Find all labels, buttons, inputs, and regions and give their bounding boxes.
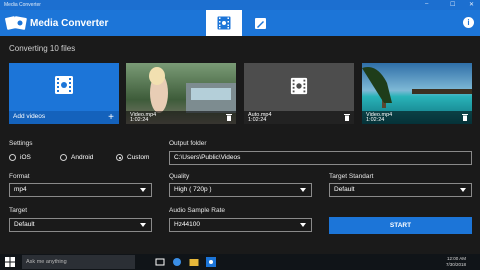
close-button[interactable]: ✕ xyxy=(469,1,474,8)
output-folder-field[interactable]: C:\Users\Public\Videos xyxy=(169,151,472,165)
app-header: Media Converter i xyxy=(0,10,480,36)
target-value: Default xyxy=(14,221,35,228)
file-caption: Auto.mp4 1:02:24 xyxy=(244,111,354,124)
output-folder-label: Output folder xyxy=(169,140,207,147)
taskbar-search-input[interactable]: Ask me anything xyxy=(22,255,135,269)
chevron-down-icon xyxy=(140,223,146,227)
radio-dot xyxy=(60,154,67,161)
chevron-down-icon xyxy=(140,188,146,192)
maximize-button[interactable]: ☐ xyxy=(450,1,455,8)
window-titlebar: Media Converter – ☐ ✕ xyxy=(0,0,480,10)
file-duration: 1:02:24 xyxy=(130,117,149,123)
radio-label: Android xyxy=(71,154,94,161)
target-standart-select[interactable]: Default xyxy=(329,183,472,197)
start-button[interactable]: START xyxy=(329,217,472,234)
add-videos-caption: Add videos xyxy=(9,111,119,124)
target-standart-label: Target Standart xyxy=(329,173,374,180)
windows-start-icon[interactable] xyxy=(5,257,15,267)
file-caption: Video.mp4 1:02:24 xyxy=(126,111,236,124)
settings-label: Settings xyxy=(9,140,33,147)
tab-convert[interactable] xyxy=(206,10,242,36)
app-logo-icon xyxy=(5,16,27,30)
radio-label: Custom xyxy=(127,154,150,161)
task-view-icon[interactable] xyxy=(155,257,165,267)
radio-dot-selected xyxy=(116,154,123,161)
trash-icon[interactable] xyxy=(344,114,350,121)
chevron-down-icon xyxy=(300,188,306,192)
format-select[interactable]: mp4 xyxy=(9,183,152,197)
film-icon xyxy=(217,16,231,30)
file-card[interactable]: Video.mp4 1:02:24 xyxy=(126,63,236,124)
radio-label: iOS xyxy=(20,154,31,161)
converting-title: Converting 10 files xyxy=(9,44,76,53)
edge-browser-icon[interactable] xyxy=(172,257,182,267)
quality-label: Quality xyxy=(169,173,190,180)
media-converter-taskbar-icon[interactable] xyxy=(206,257,216,267)
file-duration: 1:02:24 xyxy=(248,117,267,123)
file-duration: 1:02:24 xyxy=(366,117,385,123)
add-plus-icon[interactable]: + xyxy=(108,112,114,123)
sample-rate-value: Hz44100 xyxy=(174,221,201,228)
info-button[interactable]: i xyxy=(463,17,474,28)
minimize-button[interactable]: – xyxy=(425,1,428,7)
clock-time: 12:00 AM xyxy=(446,256,466,261)
taskbar-clock: 12:00 AM 7/30/2018 xyxy=(446,256,466,267)
film-icon xyxy=(290,77,308,95)
chevron-down-icon xyxy=(300,223,306,227)
target-standart-value: Default xyxy=(334,186,355,193)
target-label: Target xyxy=(9,207,28,214)
chevron-down-icon xyxy=(460,188,466,192)
sample-rate-select[interactable]: Hz44100 xyxy=(169,218,312,232)
file-caption: Video.mp4 1:02:24 xyxy=(362,111,472,124)
taskbar: Ask me anything 12:00 AM 7/30/2018 xyxy=(0,254,480,270)
radio-android[interactable]: Android xyxy=(60,154,93,161)
format-label: Format xyxy=(9,173,30,180)
tab-edit[interactable] xyxy=(242,10,278,36)
add-videos-label: Add videos xyxy=(13,113,46,120)
film-icon xyxy=(55,76,73,94)
quality-value: High ( 720p ) xyxy=(174,186,212,193)
quality-select[interactable]: High ( 720p ) xyxy=(169,183,312,197)
main-panel: Converting 10 files Add videos + Video.m… xyxy=(0,36,480,254)
clock-date: 7/30/2018 xyxy=(445,261,466,267)
file-explorer-icon[interactable] xyxy=(189,257,199,267)
trash-icon[interactable] xyxy=(462,114,468,121)
radio-ios[interactable]: iOS xyxy=(9,154,31,161)
file-card[interactable]: Video.mp4 1:02:24 xyxy=(362,63,472,124)
radio-custom[interactable]: Custom xyxy=(116,154,149,161)
edit-icon xyxy=(254,17,266,29)
add-videos-card[interactable]: Add videos + xyxy=(9,63,119,124)
window-title: Media Converter xyxy=(4,2,41,8)
app-name: Media Converter xyxy=(30,18,109,29)
target-select[interactable]: Default xyxy=(9,218,152,232)
sample-rate-label: Audio Sample Rate xyxy=(169,207,226,214)
radio-dot xyxy=(9,154,16,161)
file-card[interactable]: Auto.mp4 1:02:24 xyxy=(244,63,354,124)
format-value: mp4 xyxy=(14,186,27,193)
trash-icon[interactable] xyxy=(226,114,232,121)
